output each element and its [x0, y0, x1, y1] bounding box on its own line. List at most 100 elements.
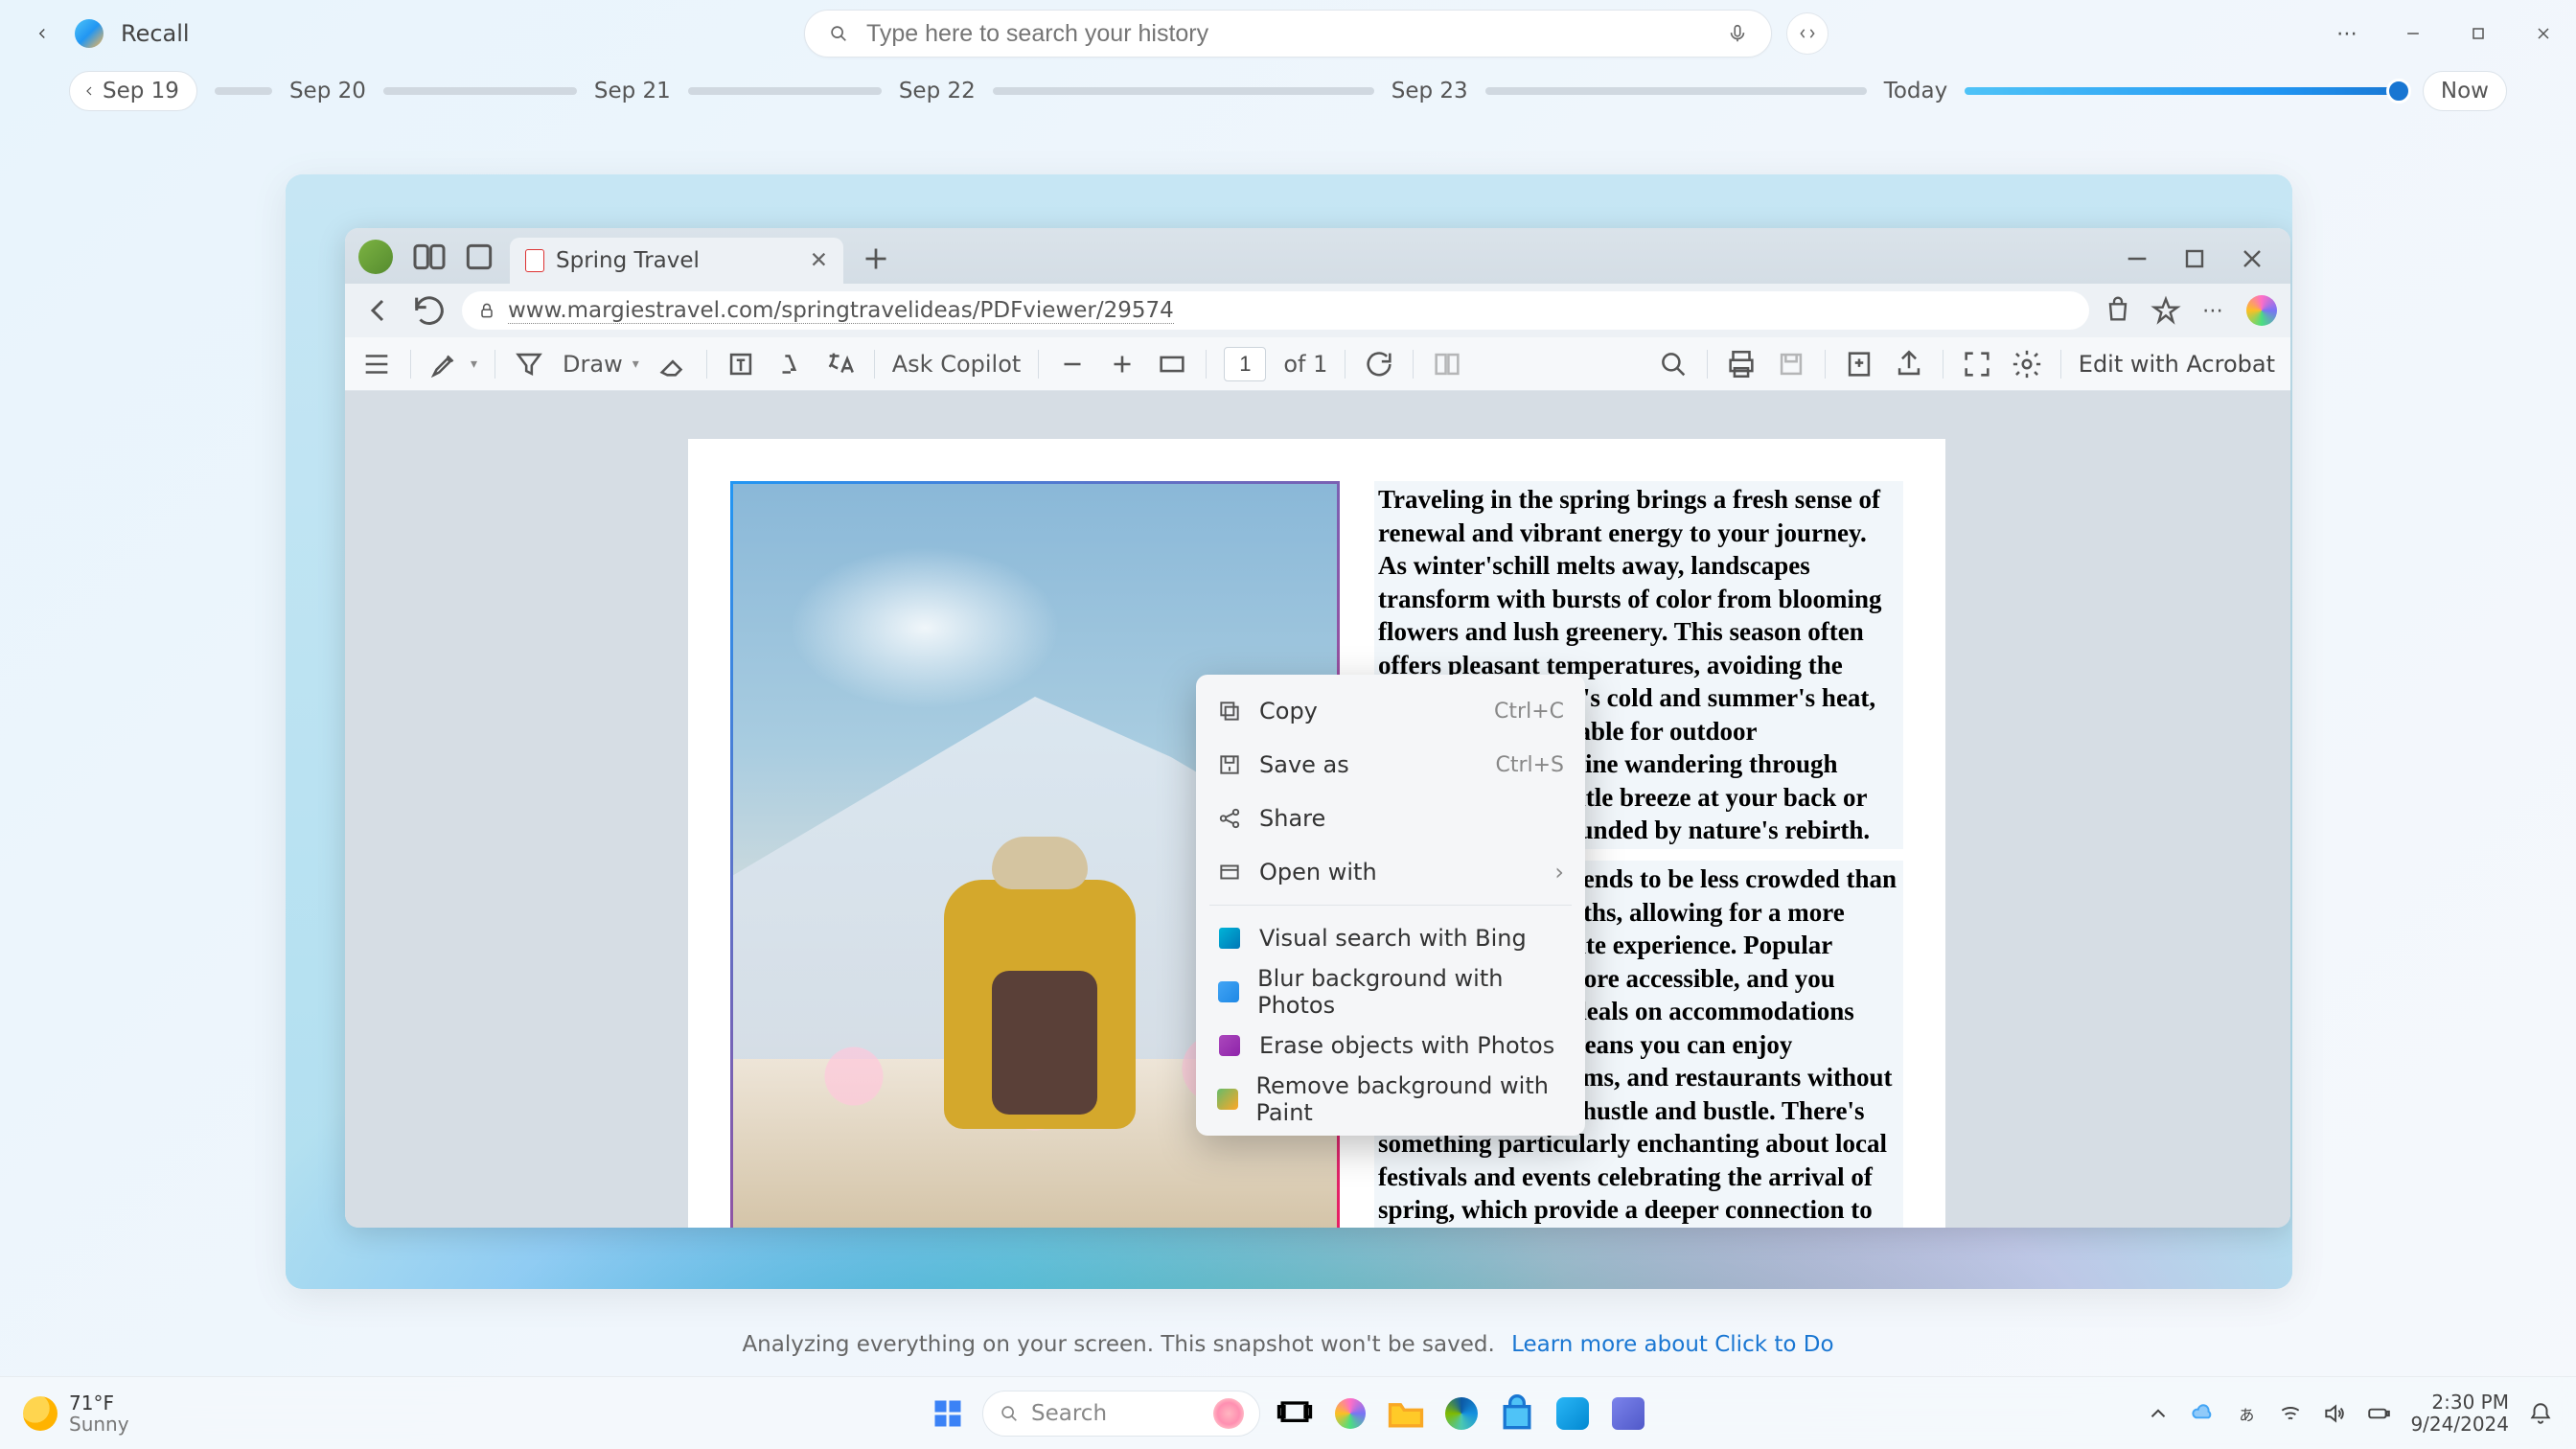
timeline-segment[interactable] — [383, 87, 577, 95]
timeline-segment[interactable] — [993, 87, 1374, 95]
shopping-icon[interactable] — [2103, 295, 2133, 326]
ctx-erase-objects[interactable]: Erase objects with Photos — [1196, 1019, 1585, 1072]
back-button[interactable] — [27, 18, 58, 49]
paint-icon — [1217, 1089, 1238, 1110]
ctx-share[interactable]: Share — [1196, 792, 1585, 845]
language-icon[interactable]: あ — [2234, 1401, 2259, 1426]
browser-maximize-button[interactable] — [2179, 243, 2210, 274]
draw-button[interactable]: Draw ▾ — [563, 351, 639, 378]
ctx-label: Save as — [1259, 751, 1349, 778]
browser-more-icon[interactable]: ⋯ — [2198, 295, 2229, 326]
ctx-visual-search-bing[interactable]: Visual search with Bing — [1196, 911, 1585, 965]
separator — [1413, 350, 1414, 379]
favorite-icon[interactable] — [2150, 295, 2181, 326]
timeline[interactable]: Sep 19 Sep 20 Sep 21 Sep 22 Sep 23 Today… — [0, 67, 2576, 115]
edge-icon[interactable] — [1440, 1392, 1483, 1435]
edit-with-acrobat-button[interactable]: Edit with Acrobat — [2079, 351, 2275, 378]
taskbar-time: 2:30 PM — [2410, 1392, 2509, 1414]
timeline-segment[interactable] — [215, 87, 272, 95]
taskbar-clock[interactable]: 2:30 PM 9/24/2024 — [2410, 1392, 2509, 1436]
close-button[interactable] — [2528, 18, 2559, 49]
timeline-start-date-pill[interactable]: Sep 19 — [69, 71, 197, 111]
notifications-icon[interactable] — [2528, 1401, 2553, 1426]
url-field[interactable]: www.margiestravel.com/springtravelideas/… — [462, 291, 2089, 330]
read-aloud-icon[interactable] — [774, 348, 807, 380]
history-search[interactable] — [804, 10, 1772, 58]
rotate-icon[interactable] — [1363, 348, 1395, 380]
copilot-icon[interactable] — [2246, 295, 2277, 326]
text-icon[interactable] — [724, 348, 757, 380]
add-note-icon[interactable] — [1843, 348, 1875, 380]
mic-icon[interactable] — [1727, 23, 1748, 44]
zoom-in-icon[interactable] — [1106, 348, 1138, 380]
translate-icon[interactable] — [824, 348, 857, 380]
fullscreen-icon[interactable] — [1961, 348, 1993, 380]
separator — [410, 350, 411, 379]
volume-icon[interactable] — [2322, 1401, 2347, 1426]
zoom-out-icon[interactable] — [1056, 348, 1089, 380]
workspaces-icon[interactable] — [410, 238, 448, 276]
ctx-save-as[interactable]: Save as Ctrl+S — [1196, 738, 1585, 792]
browser-minimize-button[interactable] — [2122, 243, 2152, 274]
new-tab-button[interactable] — [859, 242, 893, 276]
maximize-button[interactable] — [2463, 18, 2494, 49]
share-icon[interactable] — [1893, 348, 1925, 380]
timeline-segment[interactable] — [1485, 87, 1867, 95]
ctx-open-with[interactable]: Open with › — [1196, 845, 1585, 899]
learn-more-link[interactable]: Learn more about Click to Do — [1511, 1332, 1833, 1357]
ctx-remove-background[interactable]: Remove background with Paint — [1196, 1072, 1585, 1126]
timeline-today-bar[interactable] — [1965, 87, 2405, 95]
pdf-toolbar: ▾ Draw ▾ Ask Copilot of 1 — [345, 337, 2290, 391]
bing-icon — [1219, 928, 1240, 949]
expand-search-button[interactable] — [1786, 12, 1828, 55]
tab-actions-icon[interactable] — [460, 238, 498, 276]
erase-icon[interactable] — [656, 348, 689, 380]
history-search-input[interactable] — [866, 20, 1710, 48]
more-icon[interactable]: ⋯ — [2333, 18, 2363, 49]
save-as-icon — [1217, 752, 1242, 777]
tab-spring-travel[interactable]: Spring Travel ✕ — [510, 238, 843, 284]
ctx-blur-background[interactable]: Blur background with Photos — [1196, 965, 1585, 1019]
browser-refresh-button[interactable] — [410, 291, 448, 330]
browser-close-button[interactable] — [2237, 243, 2267, 274]
highlight-icon[interactable] — [428, 348, 461, 380]
wifi-icon[interactable] — [2278, 1401, 2303, 1426]
tab-strip: Spring Travel ✕ — [345, 228, 2290, 284]
tray-expand-icon[interactable] — [2146, 1401, 2171, 1426]
profile-avatar[interactable] — [358, 240, 393, 274]
copilot-taskbar-icon[interactable] — [1329, 1392, 1371, 1435]
onedrive-icon[interactable] — [2190, 1401, 2215, 1426]
contents-icon[interactable] — [360, 348, 393, 380]
start-button[interactable] — [927, 1392, 969, 1435]
timeline-date: Sep 20 — [289, 79, 366, 104]
filter-icon[interactable] — [513, 348, 545, 380]
battery-icon[interactable] — [2366, 1401, 2391, 1426]
page-view-icon[interactable] — [1431, 348, 1463, 380]
weather-widget[interactable]: 71°F Sunny — [23, 1392, 129, 1435]
status-text: Analyzing everything on your screen. Thi… — [742, 1332, 1494, 1357]
tab-close-icon[interactable]: ✕ — [810, 248, 828, 273]
ask-copilot-button[interactable]: Ask Copilot — [892, 351, 1022, 378]
timeline-now-pill[interactable]: Now — [2423, 71, 2507, 111]
minimize-button[interactable] — [2398, 18, 2428, 49]
timeline-segment[interactable] — [688, 87, 882, 95]
print-icon[interactable] — [1725, 348, 1758, 380]
task-view-button[interactable] — [1274, 1392, 1316, 1435]
browser-back-button[interactable] — [358, 291, 397, 330]
page-number-input[interactable] — [1224, 347, 1266, 381]
file-explorer-icon[interactable] — [1385, 1392, 1427, 1435]
taskbar-search[interactable]: Search — [982, 1391, 1260, 1437]
separator — [874, 350, 875, 379]
chat-icon[interactable] — [1552, 1392, 1594, 1435]
store-icon[interactable] — [1496, 1392, 1538, 1435]
ctx-copy[interactable]: Copy Ctrl+C — [1196, 684, 1585, 738]
teams-icon[interactable] — [1607, 1392, 1649, 1435]
chevron-down-icon[interactable]: ▾ — [471, 356, 477, 372]
fit-width-icon[interactable] — [1156, 348, 1188, 380]
settings-icon[interactable] — [2011, 348, 2043, 380]
share-icon — [1217, 806, 1242, 831]
save-icon[interactable] — [1775, 348, 1807, 380]
ctx-shortcut: Ctrl+C — [1494, 700, 1564, 724]
find-icon[interactable] — [1657, 348, 1690, 380]
ctx-shortcut: Ctrl+S — [1495, 753, 1564, 777]
